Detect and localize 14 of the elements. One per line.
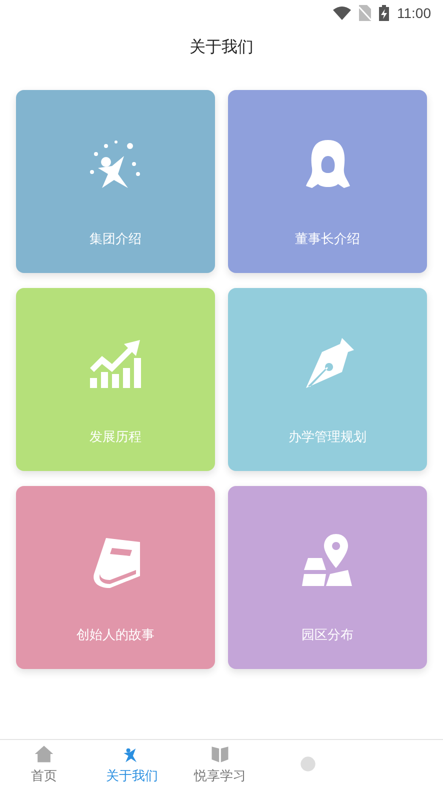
nav-tab[interactable]: 悦享学习 — [176, 740, 264, 787]
nav-tab[interactable]: 首页 — [0, 740, 88, 787]
no-sim-icon — [359, 5, 371, 21]
menu-card[interactable]: 办学管理规划 — [228, 288, 427, 471]
menu-card[interactable]: 创始人的故事 — [16, 486, 215, 669]
battery-charging-icon — [379, 5, 389, 21]
menu-card[interactable]: 集团介绍 — [16, 90, 215, 273]
menu-card[interactable]: 园区分布 — [228, 486, 427, 669]
status-time: 11:00 — [397, 5, 431, 21]
menu-card[interactable]: 董事长介绍 — [228, 90, 427, 273]
page-title: 关于我们 — [188, 36, 254, 58]
menu-card[interactable]: 发展历程 — [16, 288, 215, 471]
wifi-icon — [333, 6, 351, 20]
nav-tab[interactable]: 关于我们 — [88, 740, 176, 787]
